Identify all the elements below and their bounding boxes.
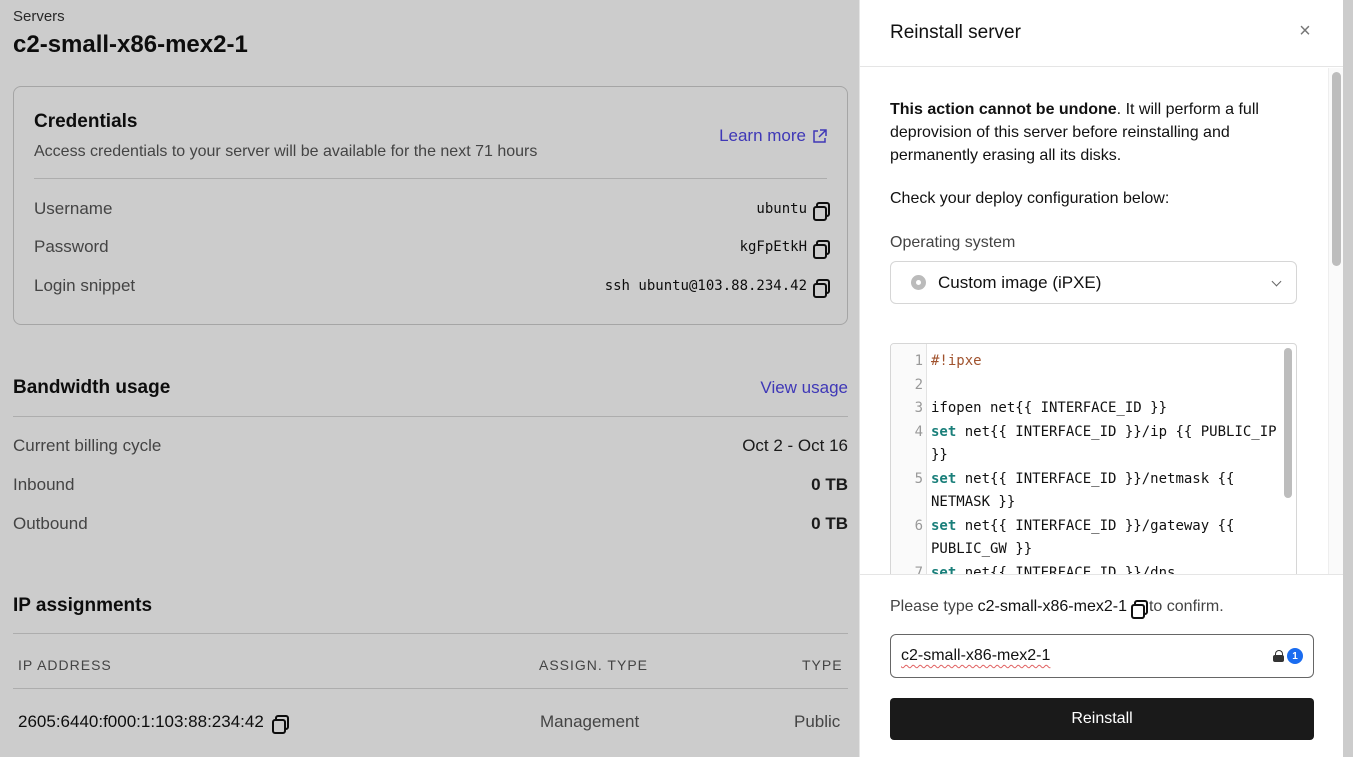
- line-number: 1: [914, 353, 923, 369]
- line-number: 2: [914, 376, 923, 393]
- code-text-wrap: set net{{ INTERFACE_ID }}/gateway {{ PUB…: [927, 515, 1277, 562]
- code-line: 1 #!ipxe: [891, 350, 1281, 374]
- code-keyword: set: [931, 470, 957, 487]
- chevron-down-icon: [1272, 278, 1282, 288]
- reinstall-drawer: Reinstall server × This action cannot be…: [859, 0, 1344, 757]
- copy-icon[interactable]: [1130, 599, 1148, 619]
- code-text: net{{ INTERFACE_ID }}/ip {{ PUBLIC_IP }}: [931, 423, 1286, 464]
- window-edge: [1343, 0, 1353, 757]
- drawer-body: This action cannot be undone. It will pe…: [860, 68, 1344, 574]
- code-line: 5 set net{{ INTERFACE_ID }}/netmask {{ NE…: [891, 468, 1281, 515]
- line-number: 6: [914, 517, 923, 534]
- code-text: net{{ INTERFACE_ID }}/gateway {{ PUBLIC_…: [931, 517, 1243, 558]
- gear-icon: [911, 275, 926, 290]
- line-number: 4: [914, 423, 923, 440]
- code-keyword: set: [931, 423, 957, 440]
- confirm-instruction: Please type c2-small-x86-mex2-1 to confi…: [890, 598, 1224, 619]
- code-editor[interactable]: 1 #!ipxe 2 3 ifopen net{{ INTERFACE_ID }} …: [890, 343, 1297, 574]
- code-lines: 1 #!ipxe 2 3 ifopen net{{ INTERFACE_ID }} …: [891, 350, 1281, 574]
- confirm-name-input[interactable]: c2-small-x86-mex2-1 1: [890, 634, 1314, 678]
- code-text-wrap: set net{{ INTERFACE_ID }}/ip {{ PUBLIC_I…: [927, 421, 1277, 468]
- drawer-scrollbar[interactable]: [1328, 68, 1344, 574]
- warning-bold: This action cannot be undone: [890, 101, 1117, 118]
- confirm-input-value[interactable]: c2-small-x86-mex2-1: [901, 647, 1273, 665]
- warning-text: This action cannot be undone. It will pe…: [890, 98, 1300, 167]
- code-keyword: set: [931, 517, 957, 534]
- drawer-footer: Please type c2-small-x86-mex2-1 to confi…: [860, 574, 1344, 757]
- code-line: 3 ifopen net{{ INTERFACE_ID }}: [891, 397, 1281, 421]
- drawer-title: Reinstall server: [890, 22, 1021, 43]
- password-manager-icons[interactable]: 1: [1273, 648, 1303, 664]
- line-number: 3: [914, 400, 923, 416]
- confirm-suffix: to confirm.: [1148, 598, 1224, 615]
- onepassword-icon[interactable]: 1: [1287, 648, 1303, 664]
- code-line: 7 set net{{ INTERFACE_ID }}/dns: [891, 562, 1281, 575]
- line-number: 7: [914, 564, 923, 575]
- close-icon[interactable]: ×: [1296, 21, 1314, 41]
- confirm-server-name: c2-small-x86-mex2-1: [977, 598, 1127, 615]
- code-keyword: set: [931, 564, 957, 575]
- os-label: Operating system: [890, 234, 1016, 251]
- lock-icon[interactable]: [1273, 650, 1285, 662]
- code-text: net{{ INTERFACE_ID }}/netmask {{ NETMASK…: [931, 470, 1243, 511]
- code-line: 2: [891, 374, 1281, 398]
- code-text: ifopen net{{ INTERFACE_ID }}: [931, 400, 1168, 416]
- os-value: Custom image (iPXE): [938, 272, 1102, 292]
- code-line: 4 set net{{ INTERFACE_ID }}/ip {{ PUBLIC_…: [891, 421, 1281, 468]
- os-select[interactable]: Custom image (iPXE): [890, 261, 1297, 304]
- editor-scrollbar[interactable]: [1284, 348, 1292, 498]
- drawer-header: Reinstall server ×: [860, 0, 1344, 67]
- code-line: 6 set net{{ INTERFACE_ID }}/gateway {{ PU…: [891, 515, 1281, 562]
- reinstall-button[interactable]: Reinstall: [890, 698, 1314, 740]
- code-text-wrap: set net{{ INTERFACE_ID }}/dns: [927, 562, 1277, 575]
- confirm-prefix: Please type: [890, 598, 974, 615]
- scrollbar-thumb[interactable]: [1332, 72, 1341, 266]
- check-config-text: Check your deploy configuration below:: [890, 190, 1170, 207]
- line-number: 5: [914, 470, 923, 487]
- code-text: #!ipxe: [931, 353, 982, 369]
- code-text-wrap: set net{{ INTERFACE_ID }}/netmask {{ NET…: [927, 468, 1277, 515]
- code-text: net{{ INTERFACE_ID }}/dns: [956, 564, 1176, 575]
